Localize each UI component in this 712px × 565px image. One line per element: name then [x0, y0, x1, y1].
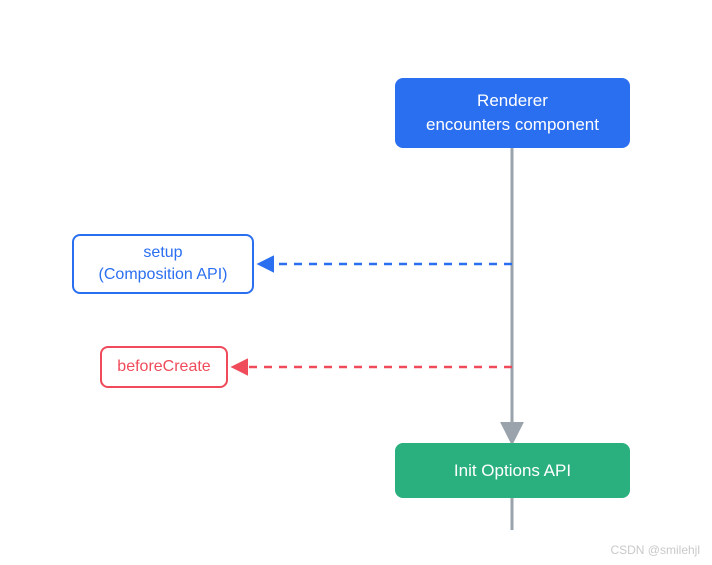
watermark: CSDN @smilehjl [610, 543, 700, 557]
node-setup-line2: (Composition API) [99, 264, 228, 286]
node-renderer: Renderer encounters component [395, 78, 630, 148]
node-init-options-label: Init Options API [454, 459, 571, 483]
node-setup: setup (Composition API) [72, 234, 254, 294]
node-setup-line1: setup [99, 242, 228, 264]
node-renderer-line1: Renderer [426, 89, 599, 113]
node-beforecreate-label: beforeCreate [117, 356, 210, 378]
node-beforecreate: beforeCreate [100, 346, 228, 388]
node-init-options: Init Options API [395, 443, 630, 498]
node-renderer-line2: encounters component [426, 113, 599, 137]
